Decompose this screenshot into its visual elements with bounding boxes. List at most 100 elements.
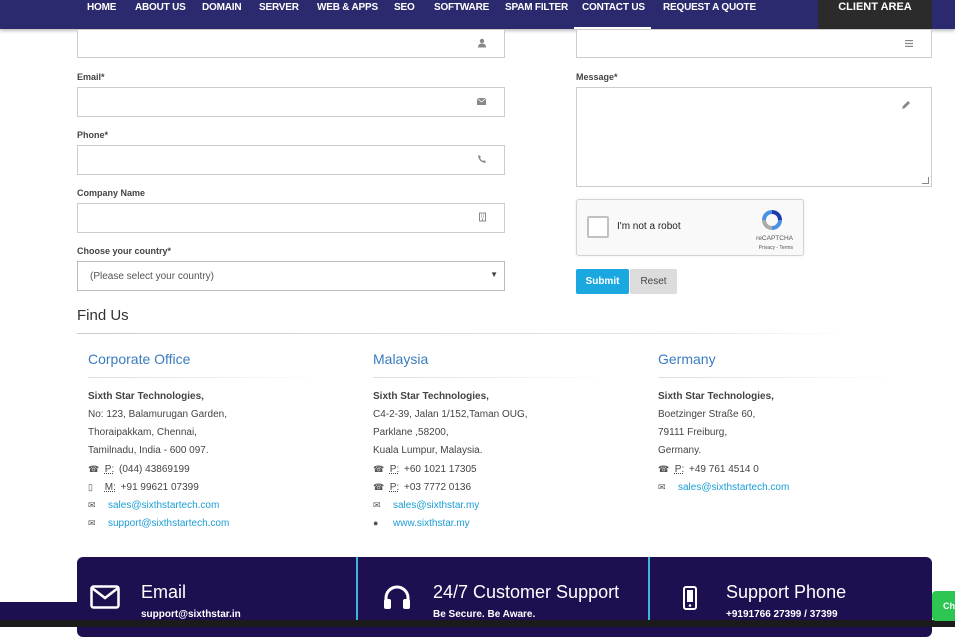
recaptcha-terms-link[interactable]: Privacy - Terms <box>759 245 793 251</box>
nav-spam-filter[interactable]: SPAM FILTER <box>505 0 568 29</box>
nav-contact-us[interactable]: CONTACT US <box>574 0 651 29</box>
office-corporate: Corporate Office Sixth Star Technologies… <box>88 351 348 534</box>
office-malaysia: Malaysia Sixth Star Technologies, C4-2-3… <box>373 351 633 534</box>
office-divider <box>88 377 328 378</box>
phone-value: +03 7772 0136 <box>404 482 472 493</box>
footer-bar <box>0 620 955 627</box>
office-address-line: Germany. <box>658 445 702 456</box>
office-company: Sixth Star Technologies, <box>658 391 774 402</box>
user-icon <box>478 38 486 49</box>
country-label: Choose your country* <box>77 246 172 256</box>
find-us-heading: Find Us <box>77 307 129 324</box>
client-area-button[interactable]: CLIENT AREA <box>818 0 932 29</box>
company-input[interactable] <box>77 203 505 233</box>
phone-key: P: <box>389 482 400 493</box>
subject-input[interactable] <box>576 29 932 58</box>
mobile-phone-icon <box>683 586 697 615</box>
office-title: Corporate Office <box>88 351 191 367</box>
banner-email-title: Email <box>141 582 187 602</box>
pencil-icon <box>902 101 910 111</box>
office-address-line: No: 123, Balamurugan Garden, <box>88 409 227 420</box>
nav-web-apps[interactable]: WEB & APPS <box>317 0 378 29</box>
phone-value: +60 1021 17305 <box>404 464 477 475</box>
office-phone: ☎ P: +49 761 4514 0 <box>658 462 918 480</box>
name-input[interactable] <box>77 29 505 58</box>
recaptcha-label: I'm not a robot <box>617 221 681 232</box>
phone-value: +49 761 4514 0 <box>689 464 759 475</box>
office-email-support: ✉ support@sixthstartech.com <box>88 516 348 534</box>
email-input[interactable] <box>77 87 505 117</box>
phone-label: Phone* <box>77 130 109 140</box>
nav-about-us[interactable]: ABOUT US <box>135 0 186 29</box>
banner-phone-title: Support Phone <box>726 582 847 602</box>
email-link[interactable]: sales@sixthstartech.com <box>678 482 789 493</box>
office-title: Malaysia <box>373 351 429 367</box>
office-email-sales: ✉ sales@sixthstartech.com <box>658 480 918 498</box>
nav-request-quote[interactable]: REQUEST A QUOTE <box>663 0 756 29</box>
globe-icon: ● <box>373 518 379 528</box>
office-address-line: Thoraipakkam, Chennai, <box>88 427 197 438</box>
nav-server[interactable]: SERVER <box>259 0 299 29</box>
headset-icon <box>383 585 411 616</box>
website-link[interactable]: www.sixthstar.my <box>393 518 470 529</box>
recaptcha-logo-icon <box>759 208 785 232</box>
phone-icon: ☎ <box>658 464 670 474</box>
country-select[interactable]: (Please select your country) ▼ <box>77 261 505 291</box>
office-email-sales: ✉ sales@sixthstartech.com <box>88 498 348 516</box>
envelope-icon: ✉ <box>88 518 96 528</box>
office-divider <box>658 377 898 378</box>
country-select-value: (Please select your country) <box>90 271 214 282</box>
phone-value: (044) 43869199 <box>119 464 190 475</box>
office-address-line: Boetzinger Straße 60, <box>658 409 756 420</box>
mobile-value: +91 99621 07399 <box>120 482 199 493</box>
submit-button[interactable]: Submit <box>576 269 629 294</box>
nav-seo[interactable]: SEO <box>394 0 415 29</box>
recaptcha-checkbox[interactable] <box>587 216 609 238</box>
reset-button[interactable]: Reset <box>630 269 677 294</box>
banner-separator <box>648 557 650 627</box>
banner-separator <box>356 557 358 627</box>
banner-support-tagline: Be Secure. Be Aware. <box>433 609 536 620</box>
banner-email-value[interactable]: support@sixthstar.in <box>141 609 241 620</box>
mobile-icon: ▯ <box>88 482 93 492</box>
phone-key: P: <box>674 464 685 475</box>
email-label: Email* <box>77 72 105 82</box>
phone-icon <box>478 155 486 165</box>
chevron-down-icon: ▼ <box>490 270 498 279</box>
office-email-sales: ✉ sales@sixthstar.my <box>373 498 633 516</box>
chat-widget-button[interactable]: Ch <box>932 591 955 621</box>
email-link[interactable]: support@sixthstartech.com <box>108 518 229 529</box>
envelope-icon: ✉ <box>658 482 666 492</box>
banner-phone-value[interactable]: +9191766 27399 / 37399 <box>726 609 838 620</box>
office-mobile: ▯ M: +91 99621 07399 <box>88 480 348 498</box>
office-address-line: C4-2-39, Jalan 1/152,Taman OUG, <box>373 409 528 420</box>
message-textarea[interactable] <box>576 87 932 187</box>
phone-icon: ☎ <box>373 464 385 474</box>
nav-home[interactable]: HOME <box>87 0 116 29</box>
office-phone: ☎ P: (044) 43869199 <box>88 462 348 480</box>
phone-key: P: <box>389 464 400 475</box>
mobile-key: M: <box>104 482 116 493</box>
building-icon <box>479 212 486 224</box>
office-company: Sixth Star Technologies, <box>373 391 489 402</box>
envelope-icon: ✉ <box>88 500 96 510</box>
banner-support-title: 24/7 Customer Support <box>433 582 620 602</box>
phone-key: P: <box>104 464 115 475</box>
nav-domain[interactable]: DOMAIN <box>202 0 242 29</box>
list-icon <box>905 39 913 49</box>
phone-icon: ☎ <box>88 464 100 474</box>
envelope-icon: ✉ <box>373 500 381 510</box>
message-label: Message* <box>576 72 618 82</box>
resize-handle[interactable] <box>922 177 929 184</box>
office-germany: Germany Sixth Star Technologies, Boetzin… <box>658 351 918 498</box>
recaptcha-widget: I'm not a robot reCAPTCHA Privacy - Term… <box>576 199 804 256</box>
nav-software[interactable]: SOFTWARE <box>434 0 489 29</box>
phone-input[interactable] <box>77 145 505 175</box>
office-address-line: Parklane ,58200, <box>373 427 449 438</box>
email-link[interactable]: sales@sixthstartech.com <box>108 500 219 511</box>
envelope-icon <box>90 585 120 614</box>
office-address-line: 79111 Freiburg, <box>658 427 728 438</box>
phone-icon: ☎ <box>373 482 385 492</box>
email-link[interactable]: sales@sixthstar.my <box>393 500 479 511</box>
office-divider <box>373 377 613 378</box>
